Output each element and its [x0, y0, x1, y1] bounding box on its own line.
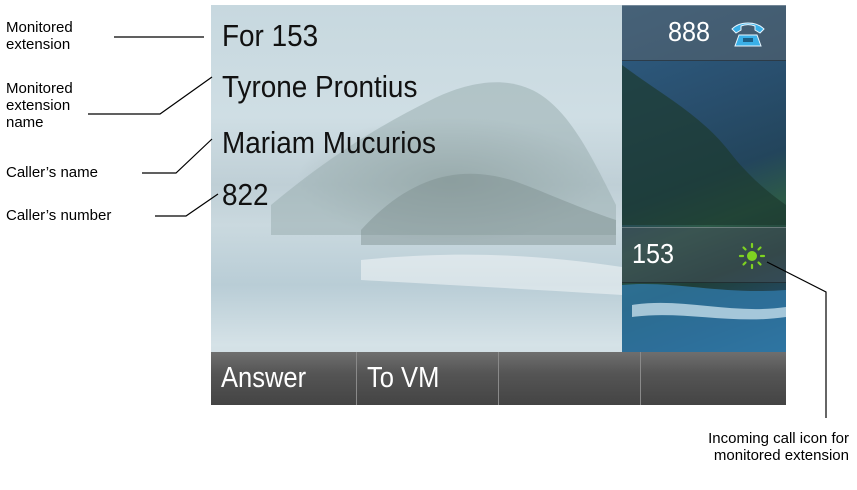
softkey-3[interactable]: [499, 352, 641, 405]
caller-name: Mariam Mucurios: [222, 125, 436, 160]
answer-softkey-label: Answer: [221, 362, 307, 394]
callout-monitored-extension-name-text: Monitored extension name: [6, 80, 73, 131]
callout-monitored-extension-name: Monitored extension name: [6, 80, 86, 131]
softkey-4[interactable]: [641, 352, 786, 405]
line-key-column: 888 153: [622, 5, 786, 352]
caller-number: 822: [222, 177, 269, 212]
callout-callers-number: Caller’s number: [6, 207, 111, 224]
cliff-shape: [622, 65, 786, 225]
callout-incoming-call-icon: Incoming call icon for monitored extensi…: [674, 430, 849, 464]
monitored-extension-label: For 153: [222, 18, 319, 53]
monitored-extension-name: Tyrone Prontius: [222, 69, 418, 104]
line-key-888-label: 888: [668, 16, 711, 47]
phone-screen: For 153 Tyrone Prontius Mariam Mucurios …: [211, 5, 786, 405]
phone-icon: [731, 22, 765, 47]
callout-callers-name-text: Caller’s name: [6, 164, 98, 181]
to-vm-softkey[interactable]: To VM: [357, 352, 499, 405]
softkey-bar: Answer To VM: [211, 352, 786, 405]
line-key-153-label: 153: [632, 238, 675, 269]
callout-incoming-call-icon-text: Incoming call icon for monitored extensi…: [708, 430, 849, 464]
leader-callers-number: [155, 193, 219, 217]
surf-shape: [361, 254, 622, 295]
leader-callers-name: [142, 138, 213, 174]
line-key-888[interactable]: 888: [622, 5, 786, 61]
callout-monitored-extension: Monitored extension: [6, 19, 101, 53]
leader-monitored-extension-name: [88, 76, 213, 115]
line-key-153[interactable]: 153: [622, 227, 786, 283]
to-vm-softkey-label: To VM: [367, 362, 440, 394]
answer-softkey[interactable]: Answer: [211, 352, 357, 405]
incoming-call-icon: [738, 242, 766, 270]
callout-callers-number-text: Caller’s number: [6, 207, 112, 224]
callout-monitored-extension-text: Monitored extension: [6, 19, 73, 53]
callout-callers-name: Caller’s name: [6, 164, 98, 181]
